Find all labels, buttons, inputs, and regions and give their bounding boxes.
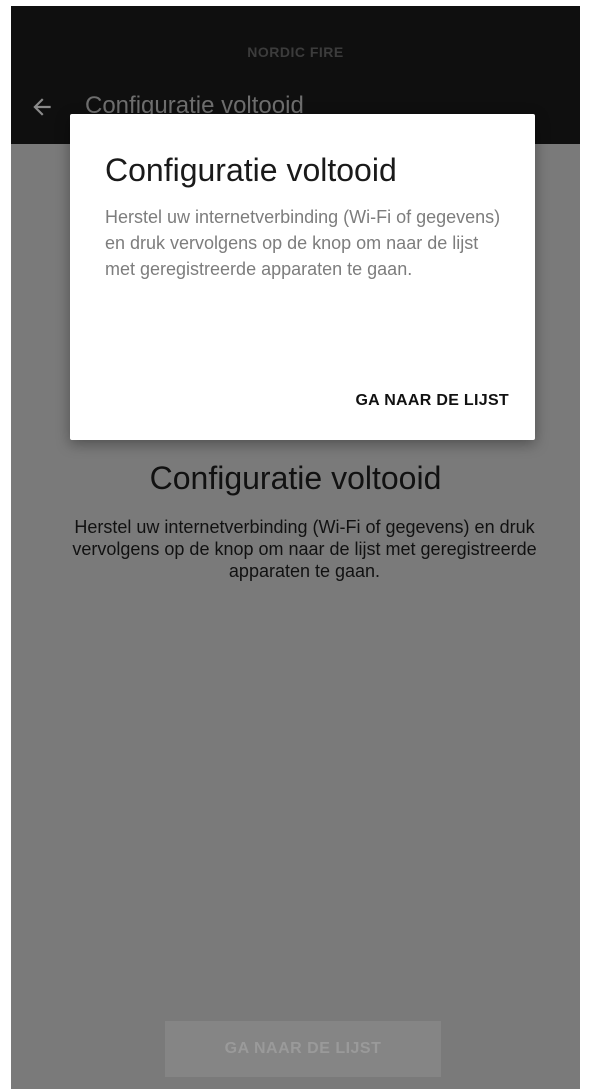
main-title: Configuratie voltooid	[149, 460, 442, 496]
go-to-list-button[interactable]: GA NAAR DE LIJST	[165, 1021, 441, 1077]
back-arrow-icon[interactable]	[29, 94, 55, 120]
completion-dialog: Configuratie voltooid Herstel uw interne…	[70, 114, 535, 440]
dialog-message: Herstel uw internetverbinding (Wi-Fi of …	[105, 207, 501, 279]
dialog-title: Configuratie voltooid	[105, 152, 397, 188]
brand-label: NORDIC FIRE	[247, 44, 344, 60]
main-message: Herstel uw internetverbinding (Wi-Fi of …	[72, 517, 537, 581]
app-screen: NORDIC FIRE Configuratie voltooid Config…	[11, 6, 580, 1089]
dialog-go-to-list-button[interactable]: GA NAAR DE LIJST	[355, 392, 509, 410]
